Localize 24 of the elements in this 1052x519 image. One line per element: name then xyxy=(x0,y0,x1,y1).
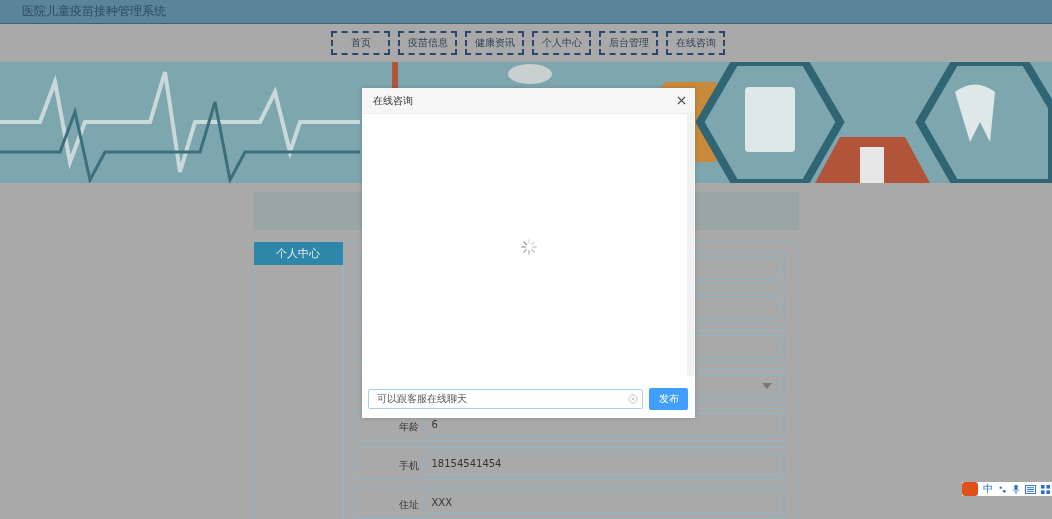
nav-button[interactable]: 后台管理 xyxy=(599,31,658,55)
nav-button[interactable]: 健康资讯 xyxy=(465,31,524,55)
input-field[interactable]: 18154541454 xyxy=(424,452,781,475)
scrollbar[interactable] xyxy=(687,114,694,376)
input-mode-label[interactable]: 中 xyxy=(983,482,993,496)
logo-icon xyxy=(962,482,978,496)
send-button[interactable]: 发布 xyxy=(649,388,688,410)
nav-button[interactable]: 疫苗信息 xyxy=(398,31,457,55)
nav-button[interactable]: 个人中心 xyxy=(532,31,591,55)
close-icon[interactable] xyxy=(677,96,686,105)
dialog-title: 在线咨询 xyxy=(373,93,413,108)
nav-button[interactable]: 在线咨询 xyxy=(666,31,725,55)
grid-icon[interactable] xyxy=(1041,484,1050,494)
microphone-icon[interactable] xyxy=(1012,483,1020,495)
input-field[interactable]: XXX xyxy=(424,491,781,514)
keyboard-icon[interactable] xyxy=(1025,484,1036,494)
field-label: 住址 xyxy=(398,498,419,510)
punctuation-icon[interactable] xyxy=(998,484,1007,494)
nav-button[interactable]: 首页 xyxy=(331,31,390,55)
field-label: 年龄 xyxy=(398,420,419,432)
caret-icon xyxy=(761,383,772,389)
message-input[interactable]: 可以跟客服在线聊天 xyxy=(368,389,643,409)
field-label: 手机 xyxy=(398,459,419,471)
sidebar-item[interactable]: 个人中心 xyxy=(253,242,343,265)
